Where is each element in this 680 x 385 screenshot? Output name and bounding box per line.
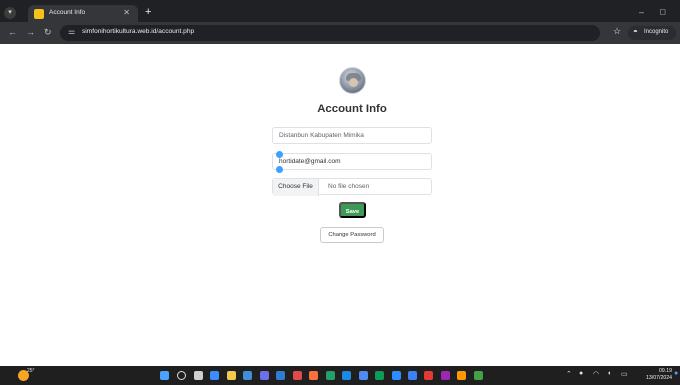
incognito-label: Incognito xyxy=(644,29,669,35)
app-icon-5[interactable] xyxy=(326,371,335,380)
autofill-handle-bottom-icon[interactable] xyxy=(276,166,283,173)
app-icon-6[interactable] xyxy=(342,371,351,380)
tab-menu-icon[interactable]: ▾ xyxy=(4,7,16,19)
app-icon-1[interactable] xyxy=(260,371,269,380)
maximize-icon[interactable]: ◻ xyxy=(659,7,666,16)
clock-time: 09.19 xyxy=(659,368,672,374)
app-icon-7[interactable] xyxy=(359,371,368,380)
app-icon-2[interactable] xyxy=(276,371,285,380)
app-icon-8[interactable] xyxy=(375,371,384,380)
back-arrow-icon[interactable]: ← xyxy=(8,27,17,37)
url-text[interactable]: simfonihortikultura.web.id/account.php xyxy=(82,28,194,35)
file-explorer-icon[interactable] xyxy=(227,371,236,380)
battery-icon[interactable]: ▭ xyxy=(621,370,628,378)
speaker-icon[interactable]: ◖ xyxy=(607,370,611,377)
change-password-button[interactable]: Change Password xyxy=(320,227,384,243)
app-icon-4[interactable] xyxy=(309,371,318,380)
system-clock[interactable]: 09.19 13/07/2024 xyxy=(642,368,672,382)
browser-toolbar: ← → ↻ ⚌ simfonihortikultura.web.id/accou… xyxy=(0,22,680,44)
favicon-icon xyxy=(34,9,44,19)
name-field-value: Distanbun Kabupaten Mimika xyxy=(279,132,364,139)
app-icon-13[interactable] xyxy=(457,371,466,380)
minimize-icon[interactable]: – xyxy=(639,7,644,17)
save-button[interactable]: Save xyxy=(339,202,366,218)
tab-account-info[interactable]: Account Info ✕ xyxy=(28,5,138,23)
email-field-value: hortidate@gmail.com xyxy=(279,158,341,165)
autofill-handle-top-icon[interactable] xyxy=(276,151,283,158)
incognito-icon: ◓ xyxy=(633,27,638,36)
forward-arrow-icon[interactable]: → xyxy=(26,27,35,37)
plus-icon[interactable]: + xyxy=(145,6,151,18)
name-field[interactable]: Distanbun Kabupaten Mimika xyxy=(272,127,432,144)
widgets-icon[interactable] xyxy=(210,371,219,380)
tab-strip: ▾ Account Info ✕ + – ◻ xyxy=(0,3,680,23)
tab-title: Account Info xyxy=(49,9,86,16)
email-field[interactable]: hortidate@gmail.com xyxy=(272,151,432,173)
app-icon-9[interactable] xyxy=(392,371,401,380)
choose-file-button[interactable]: Choose File xyxy=(273,179,319,196)
browser-tab-bar: ▾ Account Info ✕ + – ◻ xyxy=(0,0,680,23)
clock-date: 13/07/2024 xyxy=(646,375,672,381)
app-icon-14[interactable] xyxy=(474,371,483,380)
app-icon-3[interactable] xyxy=(293,371,302,380)
page-content: Account Info Distanbun Kabupaten Mimika … xyxy=(0,44,680,366)
file-status: No file chosen xyxy=(328,183,370,190)
taskbar: 25° ⌃ ● ◠ ◖ ▭ 09.19 13/07/2024 ● xyxy=(0,366,680,385)
app-icon-10[interactable] xyxy=(408,371,417,380)
tray-app-icon[interactable]: ● xyxy=(579,370,583,377)
address-bar[interactable]: ⚌ simfonihortikultura.web.id/account.php xyxy=(60,25,600,41)
close-icon[interactable]: ✕ xyxy=(123,8,130,17)
wifi-icon[interactable]: ◠ xyxy=(593,370,599,378)
start-icon[interactable] xyxy=(160,371,169,380)
avatar xyxy=(339,67,366,94)
app-icon-12[interactable] xyxy=(441,371,450,380)
chevron-up-icon[interactable]: ⌃ xyxy=(566,370,572,378)
search-icon[interactable] xyxy=(177,371,186,380)
star-icon[interactable]: ☆ xyxy=(613,26,621,37)
incognito-badge[interactable]: ◓ Incognito xyxy=(628,26,676,40)
file-input[interactable]: Choose File No file chosen xyxy=(272,178,432,196)
page-title: Account Info xyxy=(317,103,387,115)
weather-text: 25° xyxy=(27,368,35,374)
store-icon[interactable] xyxy=(243,371,252,380)
app-icon-11[interactable] xyxy=(424,371,433,380)
notification-icon[interactable]: ● xyxy=(674,370,678,377)
avatar-face xyxy=(349,78,358,87)
tune-icon[interactable]: ⚌ xyxy=(68,27,75,36)
reload-icon[interactable]: ↻ xyxy=(44,27,52,38)
task-view-icon[interactable] xyxy=(194,371,203,380)
